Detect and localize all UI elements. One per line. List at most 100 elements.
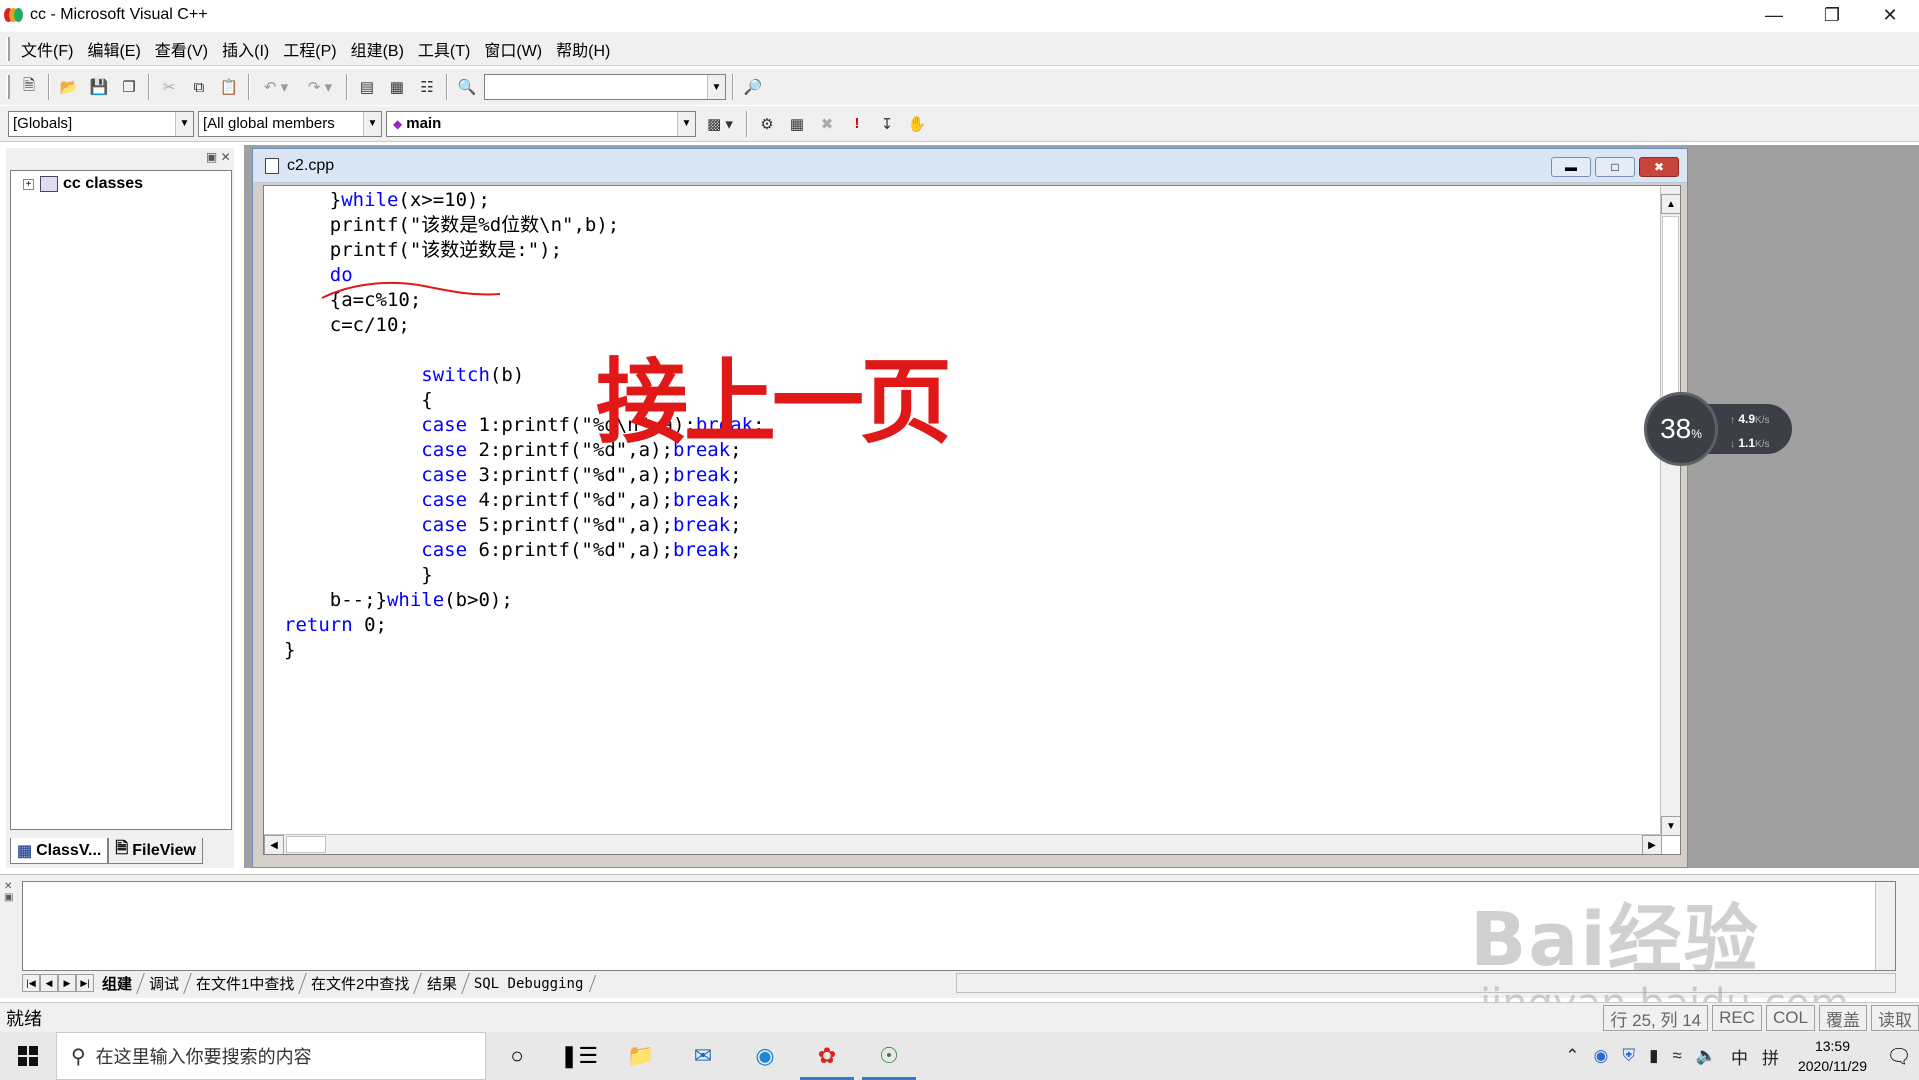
menu-edit[interactable]: 编辑(E) bbox=[80, 37, 147, 61]
pin-icon[interactable]: ▣ bbox=[206, 150, 217, 164]
task-view-icon[interactable]: ❚☰ bbox=[548, 1032, 610, 1080]
chevron-up-icon[interactable]: ⌃ bbox=[1558, 1046, 1586, 1066]
scroll-right-icon[interactable]: ▶ bbox=[1642, 835, 1662, 854]
tab-debug[interactable]: 调试 bbox=[137, 972, 192, 994]
window-list-icon[interactable]: ☷ bbox=[414, 74, 440, 100]
tab-first-icon[interactable]: |◀ bbox=[22, 974, 40, 992]
editor-vertical-scrollbar[interactable]: ▲ ▼ bbox=[1660, 186, 1680, 836]
code-line[interactable]: case 6:printf("%d",a);break; bbox=[284, 538, 764, 563]
ime-mode[interactable]: 拼 bbox=[1755, 1044, 1786, 1069]
volume-icon[interactable]: 🔈 bbox=[1689, 1046, 1724, 1066]
editor-horizontal-scrollbar[interactable]: ◀ ▶ bbox=[264, 834, 1662, 854]
chevron-down-icon[interactable]: ▼ bbox=[175, 111, 193, 136]
scroll-down-icon[interactable]: ▼ bbox=[1661, 816, 1680, 836]
tab-fileview[interactable]: 🗎 FileView bbox=[108, 838, 203, 864]
open-folder-icon[interactable]: 📂 bbox=[56, 74, 82, 100]
filter-combo[interactable]: [All global members ▼ bbox=[198, 110, 382, 137]
code-line[interactable]: case 4:printf("%d",a);break; bbox=[284, 488, 764, 513]
save-all-icon[interactable]: ❐ bbox=[116, 74, 142, 100]
visual-cpp-taskbar-icon[interactable]: ✿ bbox=[796, 1032, 858, 1080]
find-combo[interactable]: ▼ bbox=[484, 74, 726, 100]
build-icon[interactable]: ▦ bbox=[784, 111, 810, 137]
tab-results[interactable]: 结果 bbox=[414, 972, 470, 994]
start-button[interactable] bbox=[0, 1032, 56, 1080]
wifi-icon[interactable]: ≈ bbox=[1665, 1046, 1688, 1066]
class-tree[interactable]: + cc classes bbox=[10, 170, 232, 830]
find-in-files-icon[interactable]: 🔍 bbox=[454, 74, 480, 100]
cut-icon[interactable]: ✂ bbox=[156, 74, 182, 100]
compile-icon[interactable]: ⚙ bbox=[754, 111, 780, 137]
doc-minimize-button[interactable]: ▬ bbox=[1551, 157, 1591, 177]
battery-icon[interactable]: ▮ bbox=[1642, 1046, 1665, 1066]
scroll-left-icon[interactable]: ◀ bbox=[264, 835, 284, 854]
edge-browser-icon[interactable]: ◉ bbox=[734, 1032, 796, 1080]
scroll-thumb[interactable] bbox=[286, 836, 326, 853]
tab-find-in-files-1[interactable]: 在文件1中查找 bbox=[184, 972, 308, 994]
output-vertical-scrollbar[interactable] bbox=[1875, 882, 1895, 970]
taskbar-search-box[interactable]: ⚲ 在这里输入你要搜索的内容 bbox=[56, 1032, 486, 1080]
find-icon[interactable]: 🔎 bbox=[740, 74, 766, 100]
redo-icon[interactable]: ↷ ▾ bbox=[300, 74, 340, 100]
doc-close-button[interactable]: ✖ bbox=[1639, 157, 1679, 177]
menu-insert[interactable]: 插入(I) bbox=[215, 37, 276, 61]
go-icon[interactable]: ↧ bbox=[874, 111, 900, 137]
chevron-down-icon[interactable]: ▼ bbox=[707, 75, 725, 99]
chevron-down-icon[interactable]: ▼ bbox=[677, 111, 695, 136]
new-file-icon[interactable]: 🗎 bbox=[16, 74, 42, 100]
class-combo[interactable]: [Globals] ▼ bbox=[8, 110, 194, 137]
menu-build[interactable]: 组建(B) bbox=[344, 37, 411, 61]
toolbar-grip[interactable] bbox=[6, 36, 10, 61]
copy-icon[interactable]: ⧉ bbox=[186, 74, 212, 100]
expand-icon[interactable]: + bbox=[23, 178, 34, 190]
execute-icon[interactable]: ! bbox=[844, 111, 870, 137]
tab-classview[interactable]: ▦ ClassV... bbox=[10, 838, 109, 864]
doc-maximize-button[interactable]: □ bbox=[1595, 157, 1635, 177]
taskbar-clock[interactable]: 13:59 2020/11/29 bbox=[1786, 1036, 1879, 1076]
workspace-icon[interactable]: ▤ bbox=[354, 74, 380, 100]
document-title-bar[interactable]: c2.cpp ▬ □ ✖ bbox=[253, 149, 1687, 183]
code-editor[interactable]: }while(x>=10); printf("该数是%d位数\n",b); pr… bbox=[263, 185, 1681, 855]
paste-icon[interactable]: 📋 bbox=[216, 74, 242, 100]
chrome-browser-icon[interactable]: ☉ bbox=[858, 1032, 920, 1080]
output-window-icon[interactable]: ▦ bbox=[384, 74, 410, 100]
breakpoint-hand-icon[interactable]: ✋ bbox=[904, 111, 930, 137]
tree-item-cc-classes[interactable]: + cc classes bbox=[11, 175, 231, 193]
wizard-actions-icon[interactable]: ▩ ▾ bbox=[700, 111, 740, 137]
tab-prev-icon[interactable]: ◀ bbox=[40, 974, 58, 992]
close-button[interactable]: ✕ bbox=[1861, 0, 1919, 30]
output-pane-grip[interactable]: ✕ ▣ bbox=[4, 881, 16, 903]
close-icon[interactable]: ✕ bbox=[221, 150, 231, 164]
restore-button[interactable]: ❐ bbox=[1803, 0, 1861, 30]
code-line[interactable]: } bbox=[284, 638, 764, 663]
code-line[interactable]: b--;}while(b>0); bbox=[284, 588, 764, 613]
undo-icon[interactable]: ↶ ▾ bbox=[256, 74, 296, 100]
tab-next-icon[interactable]: ▶ bbox=[58, 974, 76, 992]
mail-icon[interactable]: ✉ bbox=[672, 1032, 734, 1080]
stop-build-icon[interactable]: ✖ bbox=[814, 111, 840, 137]
shield-icon[interactable]: ⛨ bbox=[1615, 1046, 1642, 1066]
tab-sql-debugging[interactable]: SQL Debugging bbox=[462, 974, 596, 992]
tab-find-in-files-2[interactable]: 在文件2中查找 bbox=[299, 972, 423, 994]
cortana-icon[interactable]: ○ bbox=[486, 1032, 548, 1080]
save-icon[interactable]: 💾 bbox=[86, 74, 112, 100]
menu-project[interactable]: 工程(P) bbox=[276, 37, 343, 61]
toolbar-grip[interactable] bbox=[6, 75, 10, 99]
notification-icon[interactable]: 🗨 bbox=[1879, 1044, 1919, 1069]
menu-window[interactable]: 窗口(W) bbox=[477, 37, 549, 61]
code-line[interactable]: case 3:printf("%d",a);break; bbox=[284, 463, 764, 488]
menu-file[interactable]: 文件(F) bbox=[14, 37, 80, 61]
menu-tools[interactable]: 工具(T) bbox=[411, 37, 477, 61]
member-combo[interactable]: ◆ main ▼ bbox=[386, 110, 696, 137]
minimize-button[interactable]: — bbox=[1745, 0, 1803, 30]
chevron-down-icon[interactable]: ▼ bbox=[363, 111, 381, 136]
menu-view[interactable]: 查看(V) bbox=[148, 37, 215, 61]
ime-language[interactable]: 中 bbox=[1724, 1044, 1755, 1069]
menu-help[interactable]: 帮助(H) bbox=[549, 37, 617, 61]
security-app-icon[interactable]: ◉ bbox=[1587, 1046, 1616, 1066]
code-line[interactable]: return 0; bbox=[284, 613, 764, 638]
code-line[interactable]: } bbox=[284, 563, 764, 588]
tab-build[interactable]: 组建 bbox=[90, 972, 145, 994]
scroll-up-icon[interactable]: ▲ bbox=[1661, 194, 1680, 214]
code-line[interactable]: case 5:printf("%d",a);break; bbox=[284, 513, 764, 538]
file-explorer-icon[interactable]: 📁 bbox=[610, 1032, 672, 1080]
